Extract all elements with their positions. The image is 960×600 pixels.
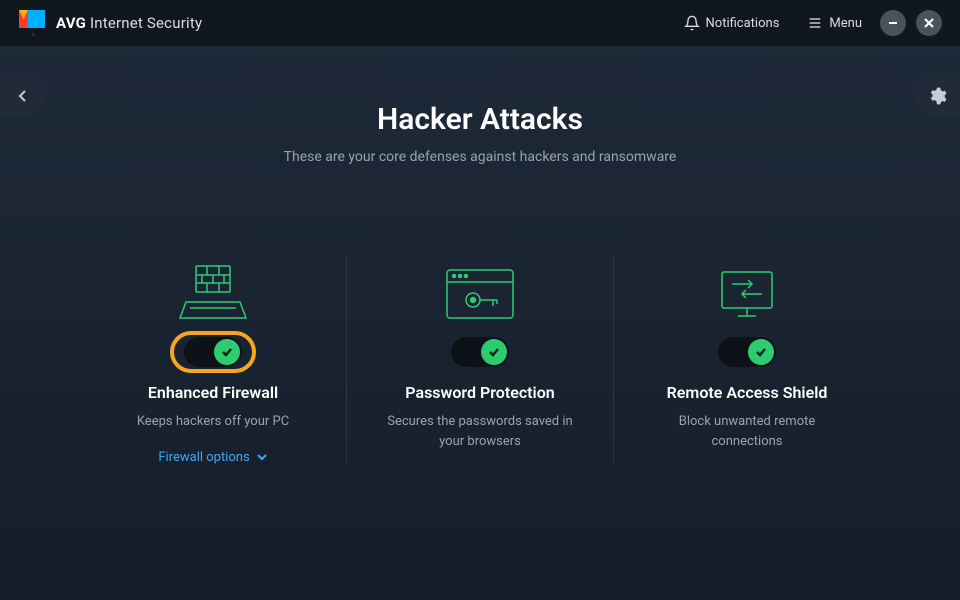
- toggle-knob-on: [481, 339, 507, 365]
- card-title: Password Protection: [375, 383, 585, 402]
- link-label: Firewall options: [158, 450, 249, 465]
- firewall-laptop-icon: [168, 262, 258, 326]
- remote-access-icon: [708, 266, 786, 322]
- card-desc: Block unwanted remote connections: [642, 412, 852, 451]
- card-remote-access-shield: Remote Access Shield Block unwanted remo…: [613, 255, 880, 465]
- menu-button[interactable]: Menu: [799, 11, 870, 35]
- close-button[interactable]: [916, 10, 942, 36]
- password-browser-icon: [443, 266, 517, 322]
- toggle-row-firewall: [108, 337, 318, 367]
- check-icon: [754, 345, 768, 359]
- card-enhanced-firewall: Enhanced Firewall Keeps hackers off your…: [80, 255, 346, 465]
- card-desc: Keeps hackers off your PC: [108, 412, 318, 432]
- menu-label: Menu: [829, 16, 862, 31]
- check-icon: [220, 345, 234, 359]
- minimize-button[interactable]: [880, 10, 906, 36]
- password-toggle[interactable]: [451, 337, 509, 367]
- page-subtitle: These are your core defenses against hac…: [0, 149, 960, 165]
- product-name: AVG Internet Security: [56, 14, 202, 32]
- firewall-options-link[interactable]: Firewall options: [158, 450, 267, 465]
- bell-icon: [684, 15, 700, 31]
- card-title: Enhanced Firewall: [108, 383, 318, 402]
- notifications-button[interactable]: Notifications: [676, 11, 788, 35]
- firewall-toggle[interactable]: [184, 337, 242, 367]
- chevron-down-icon: [256, 451, 268, 463]
- notifications-label: Notifications: [706, 16, 780, 31]
- avg-logo-icon: [18, 9, 46, 37]
- chevron-left-icon: [18, 89, 28, 103]
- close-icon: [923, 17, 935, 29]
- toggle-knob-on: [748, 339, 774, 365]
- card-title: Remote Access Shield: [642, 383, 852, 402]
- title-bar: AVG Internet Security Notifications Menu: [0, 0, 960, 46]
- page-title: Hacker Attacks: [0, 102, 960, 137]
- back-button[interactable]: [0, 74, 46, 118]
- card-password-protection: Password Protection Secures the password…: [346, 255, 613, 465]
- remote-access-toggle[interactable]: [718, 337, 776, 367]
- minimize-icon: [887, 17, 899, 29]
- toggle-row-password: [375, 337, 585, 367]
- card-desc: Secures the passwords saved in your brow…: [375, 412, 585, 451]
- hamburger-icon: [807, 15, 823, 31]
- check-icon: [487, 345, 501, 359]
- gear-icon: [927, 86, 947, 106]
- cards-container: Enhanced Firewall Keeps hackers off your…: [0, 255, 960, 465]
- brand: AVG: [56, 14, 86, 32]
- toggle-knob-on: [214, 339, 240, 365]
- toggle-row-remote: [642, 337, 852, 367]
- product-logo: AVG Internet Security: [18, 9, 202, 37]
- product-suffix: Internet Security: [90, 14, 202, 32]
- settings-button[interactable]: [914, 74, 960, 118]
